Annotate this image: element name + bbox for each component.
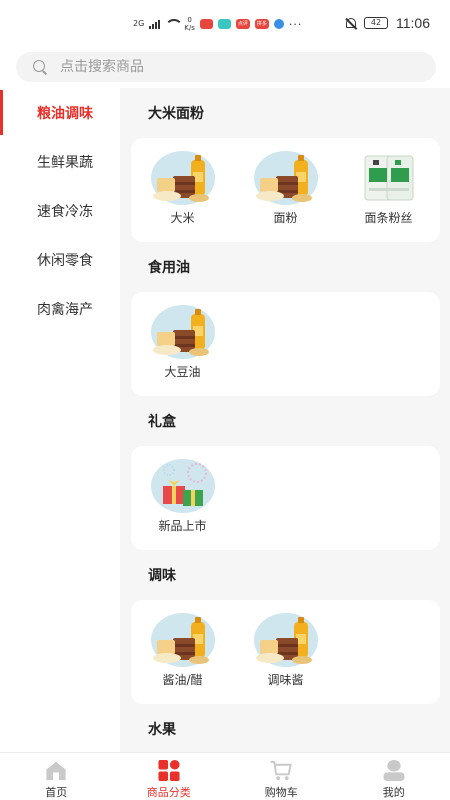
sidebar-item-label: 速食冷冻: [37, 203, 93, 220]
sidebar-item-snacks[interactable]: 休闲零食: [0, 235, 120, 284]
network-speed: 0 K/s: [184, 16, 195, 32]
status-bar: 2G 0 K/s 点评 拼多 ··· 42 11:06: [0, 0, 450, 44]
status-right: 42 11:06: [344, 15, 430, 31]
tab-categories[interactable]: 商品分类: [113, 753, 226, 800]
product-item-seasoning-sauce[interactable]: 调味酱: [234, 612, 337, 704]
tab-label: 商品分类: [146, 786, 191, 799]
battery-icon: 42: [364, 17, 388, 29]
section-title: 礼盒: [148, 414, 176, 430]
product-item-soy-sauce-vinegar[interactable]: 酱油/醋: [131, 612, 234, 704]
section-title: 大米面粉: [148, 106, 204, 122]
product-item-noodles[interactable]: 面条粉丝: [337, 150, 440, 242]
user-icon: [383, 759, 405, 782]
tab-profile[interactable]: 我的: [338, 753, 450, 800]
app-notification-icon: 点评: [235, 19, 250, 29]
section-title: 调味: [148, 568, 176, 584]
tab-label: 我的: [382, 786, 405, 799]
more-notifications-icon: ···: [288, 17, 303, 31]
sidebar-item-frozen-food[interactable]: 速食冷冻: [0, 186, 120, 235]
tab-label: 购物车: [264, 786, 298, 799]
product-name: 新品上市: [158, 519, 207, 533]
sidebar-item-label: 生鲜果蔬: [37, 154, 93, 171]
grain-oil-icon: [151, 304, 215, 360]
gift-box-icon: [151, 458, 215, 514]
wifi-icon: [165, 19, 184, 29]
app-notification-icon: [217, 19, 231, 29]
category-grid-icon: [158, 759, 180, 782]
sidebar-item-fresh-produce[interactable]: 生鲜果蔬: [0, 137, 120, 186]
status-left: 2G 0 K/s 点评 拼多 ···: [133, 16, 302, 32]
tab-cart[interactable]: 购物车: [225, 753, 338, 800]
search-input[interactable]: [60, 59, 360, 75]
grain-oil-icon: [254, 612, 318, 668]
sidebar-item-label: 休闲零食: [37, 252, 93, 269]
product-name: 面条粉丝: [364, 211, 413, 225]
app-notification-icon: [199, 19, 213, 29]
network-type: 2G: [133, 19, 145, 28]
sidebar-item-label: 粮油调味: [37, 105, 93, 122]
product-card-group: 大米 面粉 面条粉丝: [131, 138, 440, 242]
section-title: 水果: [148, 722, 176, 738]
bottom-tab-bar: 首页 商品分类 购物车 我的: [0, 752, 450, 800]
tab-label: 首页: [45, 786, 68, 799]
speed-unit: K/s: [184, 24, 195, 32]
product-name: 大豆油: [164, 365, 201, 379]
product-item-soybean-oil[interactable]: 大豆油: [131, 304, 234, 396]
noodle-pack-icon: [357, 150, 421, 206]
product-name: 酱油/醋: [162, 673, 203, 687]
product-name: 大米: [170, 211, 195, 225]
search-icon: [33, 59, 48, 75]
clock: 11:06: [396, 15, 430, 31]
grain-oil-icon: [151, 150, 215, 206]
search-box[interactable]: [16, 52, 436, 82]
sidebar-item-grain-oil[interactable]: 粮油调味: [0, 88, 120, 137]
speed-value: 0: [187, 16, 192, 24]
cart-icon: [270, 760, 293, 781]
product-item-rice[interactable]: 大米: [131, 150, 234, 242]
product-name: 面粉: [273, 211, 298, 225]
product-name: 调味酱: [267, 673, 304, 687]
sidebar-item-label: 肉禽海产: [37, 301, 93, 318]
home-icon: [46, 761, 66, 781]
app-notification-icon: [273, 19, 284, 29]
section-title: 食用油: [148, 260, 190, 276]
grain-oil-icon: [254, 150, 318, 206]
category-content: 大米面粉 大米 面粉 面条粉丝 食用油 大豆油 礼盒 新品上市 调味 酱油/醋 …: [120, 88, 450, 752]
tab-home[interactable]: 首页: [0, 753, 113, 800]
product-card-group: 新品上市: [131, 446, 440, 550]
product-card-group: 酱油/醋 调味酱: [131, 600, 440, 704]
category-sidebar: 粮油调味 生鲜果蔬 速食冷冻 休闲零食 肉禽海产: [0, 88, 120, 752]
app-notification-icon: 拼多: [254, 19, 269, 29]
product-card-group: 大豆油: [131, 292, 440, 396]
sidebar-item-meat-seafood[interactable]: 肉禽海产: [0, 284, 120, 333]
product-item-new-arrivals[interactable]: 新品上市: [131, 458, 234, 550]
search-bar: [0, 44, 450, 88]
signal-icon: [149, 19, 161, 29]
grain-oil-icon: [151, 612, 215, 668]
product-item-flour[interactable]: 面粉: [234, 150, 337, 242]
mute-bell-icon: [344, 17, 356, 29]
